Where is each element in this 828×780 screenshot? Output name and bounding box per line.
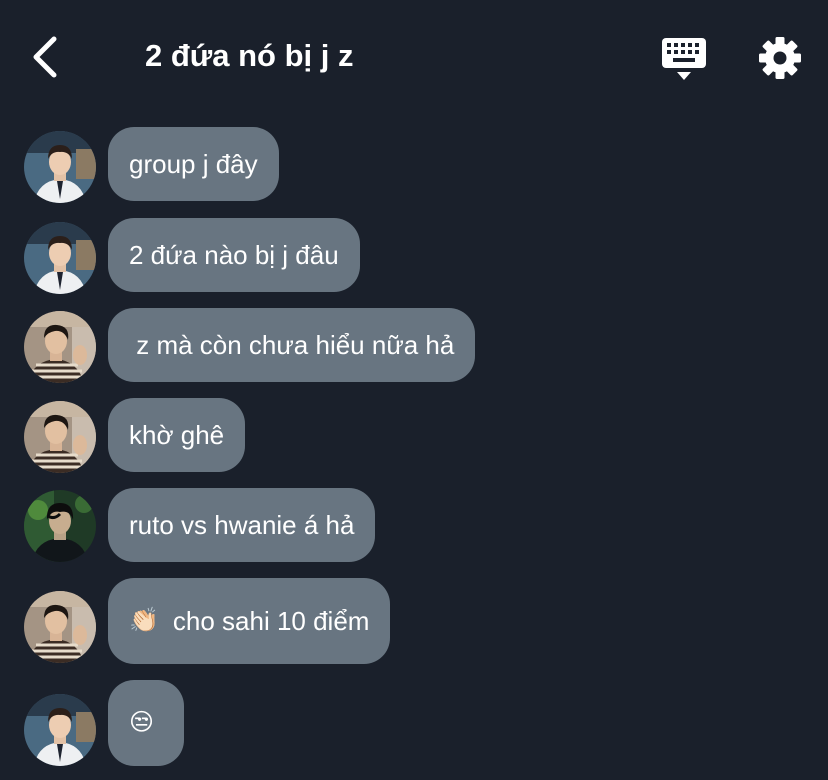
message-text: cho sahi 10 điểm [172, 606, 370, 636]
clapping-hands-emoji: 👏🏻 [129, 607, 159, 634]
message-bubble[interactable]: 👏🏻 cho sahi 10 điểm [108, 578, 391, 664]
message-bubble[interactable]: 😒 [108, 680, 184, 766]
message-bubble[interactable]: z mà còn chưa hiểu nữa hả [108, 308, 476, 382]
message-bubble[interactable]: group j đây [108, 127, 279, 201]
message-text: group j đây [129, 149, 258, 179]
avatar[interactable] [24, 401, 96, 473]
message-text: ruto vs hwanie á hả [129, 510, 355, 540]
avatar[interactable] [24, 222, 96, 294]
avatar[interactable] [24, 591, 96, 663]
avatar[interactable] [24, 490, 96, 562]
message-text: 2 đứa nào bị j đâu [129, 240, 339, 270]
unamused-face-emoji: 😒 [129, 709, 155, 736]
avatar[interactable] [24, 694, 96, 766]
message-bubble[interactable]: 2 đứa nào bị j đâu [108, 218, 360, 292]
message-text: z mà còn chưa hiểu nữa hả [129, 330, 455, 360]
message-list: group j đây 2 đứa nào bị j đâu z mà còn … [0, 0, 828, 780]
avatar[interactable] [24, 131, 96, 203]
message-bubble[interactable]: khờ ghê [108, 398, 246, 472]
message-bubble[interactable]: ruto vs hwanie á hả [108, 488, 376, 562]
avatar[interactable] [24, 311, 96, 383]
message-text: khờ ghê [129, 420, 225, 450]
